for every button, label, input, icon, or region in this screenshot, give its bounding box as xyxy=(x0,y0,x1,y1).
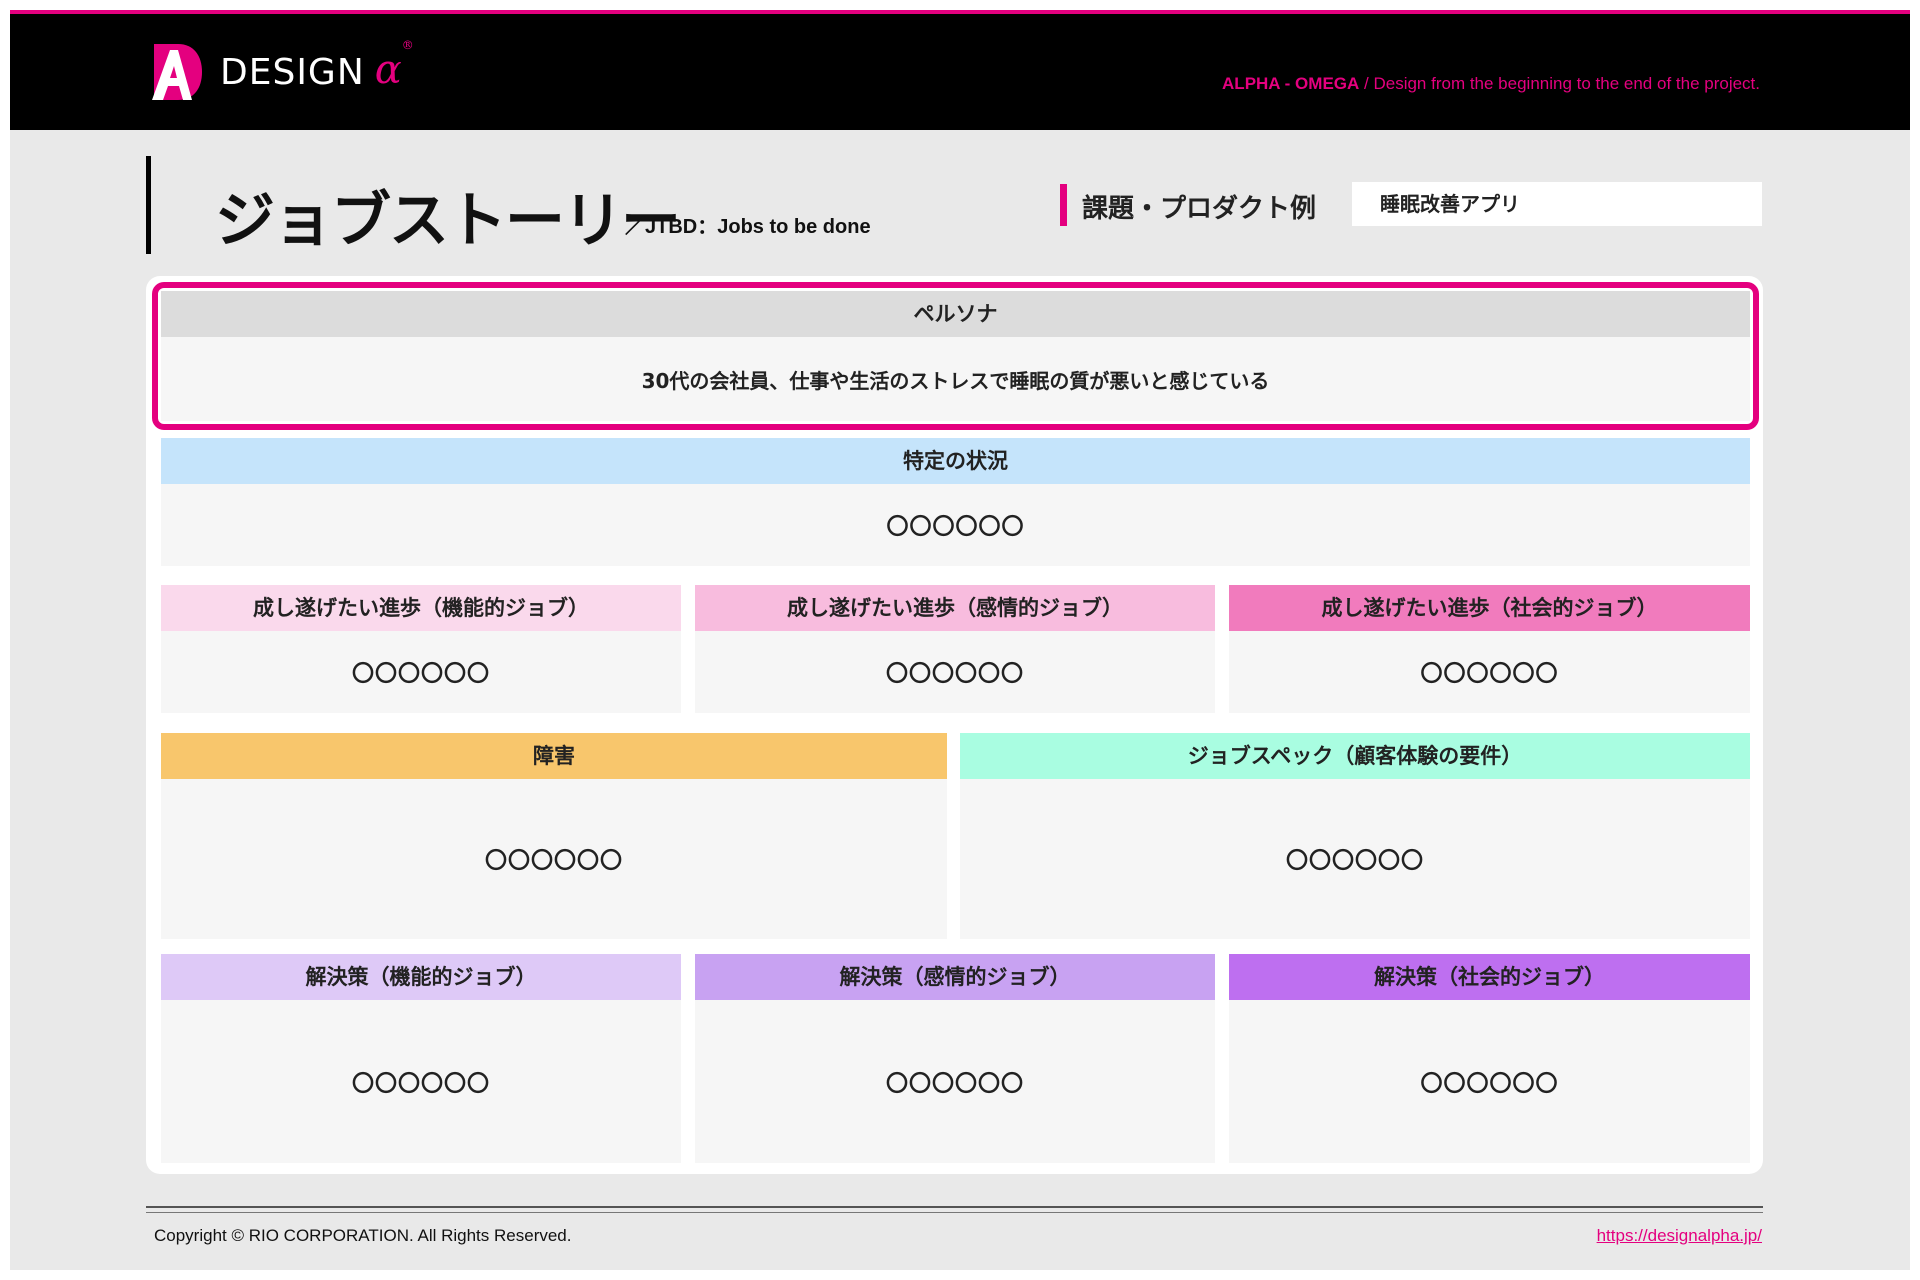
jobspec-section: ジョブスペック（顧客体験の要件） 〇〇〇〇〇〇 xyxy=(960,733,1750,939)
progress-functional-section: 成し遂げたい進歩（機能的ジョブ） 〇〇〇〇〇〇 xyxy=(161,585,681,713)
page-frame: DESIGN α® ALPHA - OMEGA / Design from th… xyxy=(10,10,1910,1270)
solution-social-body[interactable]: 〇〇〇〇〇〇 xyxy=(1229,1000,1750,1163)
logo-alpha-letter: α xyxy=(374,47,402,93)
progress-functional-header: 成し遂げたい進歩（機能的ジョブ） xyxy=(161,585,681,631)
progress-emotional-header: 成し遂げたい進歩（感情的ジョブ） xyxy=(695,585,1215,631)
footer-divider-thin xyxy=(146,1212,1763,1213)
progress-social-header: 成し遂げたい進歩（社会的ジョブ） xyxy=(1229,585,1750,631)
jobspec-header: ジョブスペック（顧客体験の要件） xyxy=(960,733,1750,779)
solution-social-section: 解決策（社会的ジョブ） 〇〇〇〇〇〇 xyxy=(1229,954,1750,1163)
design-alpha-logo-icon xyxy=(152,44,202,100)
logo-alpha-glyph: α® xyxy=(374,38,414,93)
footer-divider xyxy=(146,1206,1763,1208)
logo[interactable]: DESIGN α® xyxy=(148,38,414,102)
copyright-text: Copyright © RIO CORPORATION. All Rights … xyxy=(154,1226,572,1245)
progress-emotional-section: 成し遂げたい進歩（感情的ジョブ） 〇〇〇〇〇〇 xyxy=(695,585,1215,713)
obstacle-body[interactable]: 〇〇〇〇〇〇 xyxy=(161,779,947,939)
tagline-brand: ALPHA - OMEGA xyxy=(1222,74,1360,93)
persona-highlight-frame xyxy=(152,282,1759,430)
solution-functional-header: 解決策（機能的ジョブ） xyxy=(161,954,681,1000)
progress-functional-body[interactable]: 〇〇〇〇〇〇 xyxy=(161,631,681,713)
solution-functional-body[interactable]: 〇〇〇〇〇〇 xyxy=(161,1000,681,1163)
situation-header: 特定の状況 xyxy=(161,438,1750,484)
page-subtitle: ／JTBD：Jobs to be done xyxy=(625,216,871,238)
logo-wordmark: DESIGN xyxy=(220,51,365,93)
issue-label: 課題・プロダクト例 xyxy=(1082,194,1317,224)
header-bar: DESIGN α® ALPHA - OMEGA / Design from th… xyxy=(10,14,1910,130)
solution-social-header: 解決策（社会的ジョブ） xyxy=(1229,954,1750,1000)
title-accent-bar xyxy=(146,156,151,254)
progress-emotional-body[interactable]: 〇〇〇〇〇〇 xyxy=(695,631,1215,713)
progress-social-section: 成し遂げたい進歩（社会的ジョブ） 〇〇〇〇〇〇 xyxy=(1229,585,1750,713)
page-title: ジョブストーリー xyxy=(215,186,681,256)
progress-social-body[interactable]: 〇〇〇〇〇〇 xyxy=(1229,631,1750,713)
situation-section: 特定の状況 〇〇〇〇〇〇 xyxy=(161,438,1750,566)
issue-accent-bar xyxy=(1060,184,1067,226)
tagline-text: / Design from the beginning to the end o… xyxy=(1359,74,1760,93)
solution-emotional-body[interactable]: 〇〇〇〇〇〇 xyxy=(695,1000,1215,1163)
solution-emotional-header: 解決策（感情的ジョブ） xyxy=(695,954,1215,1000)
site-link[interactable]: https://designalpha.jp/ xyxy=(1597,1226,1762,1246)
issue-value-field[interactable]: 睡眠改善アプリ xyxy=(1352,182,1762,226)
situation-body[interactable]: 〇〇〇〇〇〇 xyxy=(161,484,1750,566)
obstacle-header: 障害 xyxy=(161,733,947,779)
header-tagline: ALPHA - OMEGA / Design from the beginnin… xyxy=(1222,74,1760,94)
registered-mark: ® xyxy=(401,37,414,52)
solution-functional-section: 解決策（機能的ジョブ） 〇〇〇〇〇〇 xyxy=(161,954,681,1163)
obstacle-section: 障害 〇〇〇〇〇〇 xyxy=(161,733,947,939)
solution-emotional-section: 解決策（感情的ジョブ） 〇〇〇〇〇〇 xyxy=(695,954,1215,1163)
jobspec-body[interactable]: 〇〇〇〇〇〇 xyxy=(960,779,1750,939)
